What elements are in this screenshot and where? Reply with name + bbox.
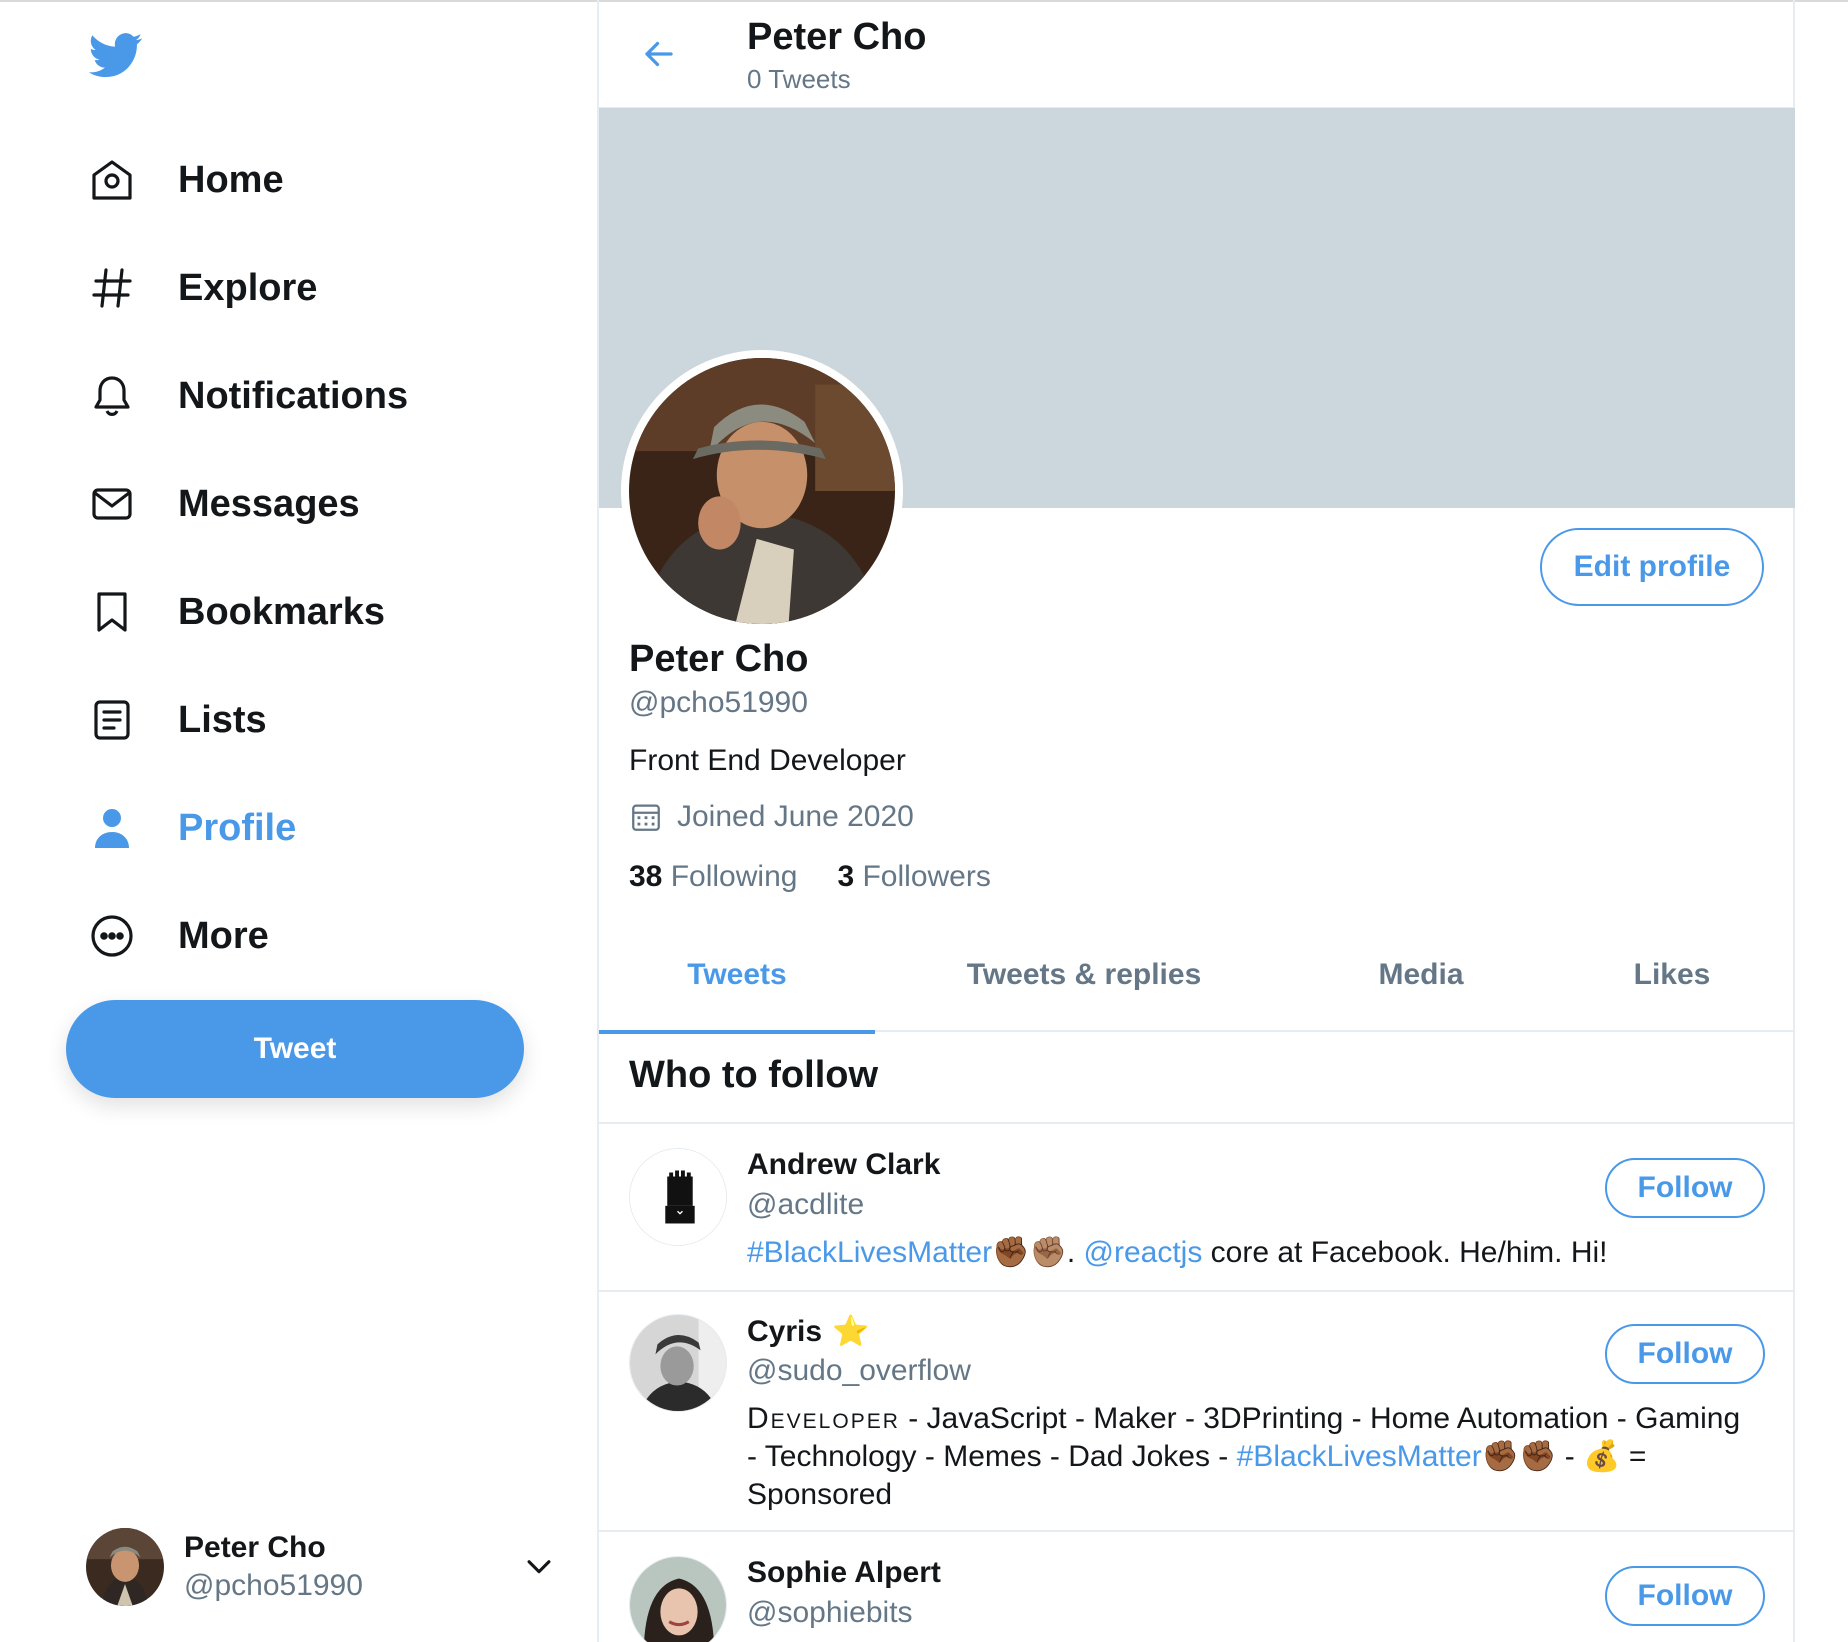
account-handle: @pcho51990 <box>184 1569 363 1602</box>
profile-column: Peter Cho 0 Tweets Edit profile Peter Ch… <box>597 0 1795 1642</box>
hashtag-icon <box>86 262 138 314</box>
nav-label-explore: Explore <box>178 266 318 309</box>
profile-avatar[interactable] <box>621 350 903 632</box>
nav-label-more: More <box>178 914 269 957</box>
nav-label-lists: Lists <box>178 698 267 741</box>
emoji: ✊🏾✊🏾 <box>1481 1440 1557 1473</box>
followers-link[interactable]: 3 Followers <box>837 860 990 894</box>
tab-tweets-replies[interactable]: Tweets & replies <box>875 918 1293 1032</box>
header-title: Peter Cho <box>747 16 927 58</box>
user-handle: @acdlite <box>747 1188 865 1221</box>
follow-suggestion[interactable]: Andrew Clark @acdlite #BlackLivesMatter✊… <box>599 1148 1795 1288</box>
user-avatar <box>629 1314 727 1412</box>
profile-stats: 38 Following 3 Followers <box>629 860 1031 894</box>
header-tweet-count: 0 Tweets <box>747 64 851 94</box>
tweet-button[interactable]: Tweet <box>66 1000 524 1098</box>
profile-header: Peter Cho 0 Tweets <box>599 0 1795 108</box>
bio-text: Developer <box>747 1402 900 1435</box>
following-label: Following <box>670 860 798 893</box>
profile-joined: Joined June 2020 <box>629 800 914 834</box>
user-avatar <box>629 1556 727 1642</box>
list-icon <box>86 694 138 746</box>
user-name: Cyris ⭐ <box>747 1314 869 1349</box>
nav-item-profile[interactable]: Profile <box>86 774 546 882</box>
divider <box>599 1530 1795 1532</box>
nav-item-explore[interactable]: Explore <box>86 234 546 342</box>
bookmark-icon <box>86 586 138 638</box>
bio-text: - <box>1556 1440 1584 1473</box>
nav-label-notifications: Notifications <box>178 374 409 417</box>
user-name: Sophie Alpert <box>747 1556 941 1589</box>
profile-bio: Front End Developer <box>629 744 906 777</box>
account-avatar <box>86 1528 164 1606</box>
follow-button[interactable]: Follow <box>1605 1158 1765 1218</box>
nav-item-notifications[interactable]: Notifications <box>86 342 546 450</box>
hashtag-link[interactable]: #BlackLivesMatter <box>747 1236 992 1269</box>
user-handle: @sophiebits <box>747 1596 913 1629</box>
chevron-down-icon[interactable] <box>522 1549 556 1583</box>
followers-count: 3 <box>837 860 855 893</box>
user-bio: #BlackLivesMatter✊🏾✊🏽. @reactjs core at … <box>747 1234 1747 1272</box>
follow-suggestion[interactable]: Cyris ⭐ @sudo_overflow Developer - JavaSc… <box>599 1314 1795 1524</box>
user-avatar <box>629 1148 727 1246</box>
back-arrow-icon[interactable] <box>639 36 679 72</box>
envelope-icon <box>86 478 138 530</box>
follow-button[interactable]: Follow <box>1605 1324 1765 1384</box>
nav-label-bookmarks: Bookmarks <box>178 590 385 633</box>
nav-item-bookmarks[interactable]: Bookmarks <box>86 558 546 666</box>
joined-text: Joined June 2020 <box>677 800 914 833</box>
followers-label: Followers <box>862 860 991 893</box>
follow-suggestion[interactable]: Sophie Alpert @sophiebits Follow <box>599 1556 1795 1642</box>
nav-item-more[interactable]: More <box>86 882 546 990</box>
tab-tweets[interactable]: Tweets <box>599 918 875 1034</box>
account-switcher[interactable]: Peter Cho @pcho51990 <box>86 1527 556 1607</box>
profile-handle: @pcho51990 <box>629 686 808 719</box>
bell-icon <box>86 370 138 422</box>
following-link[interactable]: 38 Following <box>629 860 797 894</box>
nav-item-lists[interactable]: Lists <box>86 666 546 774</box>
main-nav: Home Explore Notifications Messages Book… <box>86 126 546 990</box>
sidebar: Home Explore Notifications Messages Book… <box>0 0 597 1642</box>
divider <box>599 1290 1795 1292</box>
who-to-follow-title: Who to follow <box>629 1054 879 1096</box>
twitter-bird-icon[interactable] <box>86 28 146 82</box>
money-bag-icon: 💰 <box>1583 1440 1621 1473</box>
user-name-text: Cyris <box>747 1314 823 1348</box>
calendar-icon <box>629 800 663 834</box>
home-icon <box>86 154 138 206</box>
follow-button[interactable]: Follow <box>1605 1566 1765 1626</box>
divider <box>599 1122 1795 1124</box>
nav-label-profile: Profile <box>178 806 297 849</box>
nav-item-home[interactable]: Home <box>86 126 546 234</box>
tab-media[interactable]: Media <box>1293 918 1549 1032</box>
bio-text: . <box>1066 1236 1084 1269</box>
tab-likes[interactable]: Likes <box>1549 918 1795 1032</box>
person-icon <box>86 802 138 854</box>
star-badge-icon: ⭐ <box>832 1315 870 1348</box>
account-name: Peter Cho <box>184 1531 326 1564</box>
more-icon <box>86 910 138 962</box>
nav-item-messages[interactable]: Messages <box>86 450 546 558</box>
user-handle: @sudo_overflow <box>747 1354 971 1387</box>
profile-name: Peter Cho <box>629 638 809 680</box>
mention-link[interactable]: @reactjs <box>1084 1236 1203 1269</box>
emoji: ✊🏾✊🏽 <box>992 1236 1067 1269</box>
edit-profile-button[interactable]: Edit profile <box>1540 528 1764 606</box>
hashtag-link[interactable]: #BlackLivesMatter <box>1237 1440 1482 1473</box>
user-bio: Developer - JavaScript - Maker - 3DPrint… <box>747 1400 1747 1514</box>
profile-tabs: Tweets Tweets & replies Media Likes <box>599 918 1795 1034</box>
following-count: 38 <box>629 860 663 893</box>
bio-text: core at Facebook. He/him. Hi! <box>1202 1236 1608 1269</box>
nav-label-messages: Messages <box>178 482 360 525</box>
nav-label-home: Home <box>178 158 284 201</box>
user-name: Andrew Clark <box>747 1148 941 1181</box>
